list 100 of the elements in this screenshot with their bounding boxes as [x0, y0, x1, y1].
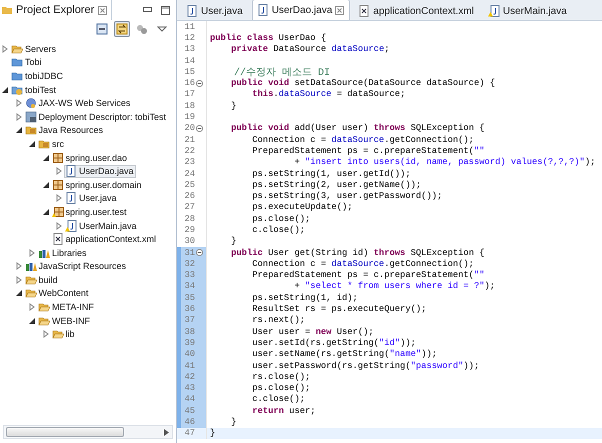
- tree-item[interactable]: lib: [50, 328, 77, 341]
- view-menu-icon: [157, 25, 167, 33]
- toolbar-button[interactable]: [94, 21, 110, 37]
- line-number: 27: [183, 202, 195, 212]
- line-number: 30: [183, 236, 195, 246]
- minimize-icon[interactable]: [143, 7, 152, 13]
- code-line: + "insert into users(id, name, password) values(?,?,?)");: [293, 157, 596, 168]
- java-file-icon: [488, 5, 500, 17]
- tree-item[interactable]: User.java: [64, 192, 119, 205]
- line-number: 37: [183, 315, 195, 326]
- descriptor-icon: [24, 110, 36, 123]
- package-icon: [52, 178, 64, 191]
- editor-tab[interactable]: User.java: [181, 1, 249, 20]
- code-line: user.setId(rs.getString("id"));: [251, 338, 416, 348]
- line-number: 18: [183, 100, 195, 111]
- code-line: public void setDataSource(DataSource dataSource) {: [230, 78, 496, 88]
- expanded-icon[interactable]: [42, 154, 48, 161]
- code-line: user.setPassword(rs.getString("password"));: [251, 360, 480, 371]
- expanded-icon[interactable]: [42, 208, 48, 215]
- line-number: 11: [183, 22, 195, 32]
- line-number: 43: [183, 383, 195, 394]
- project-icon: [11, 84, 23, 96]
- tree-item[interactable]: Tobi: [10, 56, 44, 69]
- maximize-icon[interactable]: [161, 6, 170, 14]
- expand-icon[interactable]: [29, 303, 35, 312]
- tree-item[interactable]: UserDao.java: [64, 164, 136, 178]
- expand-icon[interactable]: [56, 167, 62, 176]
- code-line: ps.setString(1, id);: [251, 292, 358, 303]
- line-number: 40: [183, 349, 195, 360]
- tree-item[interactable]: applicationContext.xml: [50, 232, 158, 246]
- line-number: 13: [183, 44, 195, 54]
- open-folder-icon: [24, 274, 36, 286]
- folder-icon: [2, 5, 12, 15]
- tree-item[interactable]: Java Resources: [24, 124, 106, 137]
- tree-item[interactable]: spring.user.dao: [50, 151, 130, 164]
- tree-item[interactable]: JavaScript Resources: [24, 260, 128, 273]
- code-line: ps.close();: [251, 214, 310, 224]
- expanded-icon[interactable]: [29, 140, 35, 147]
- line-number: 46: [183, 417, 195, 428]
- code-line: Connection c = dataSource.getConnection();: [251, 258, 474, 269]
- xml-file-icon: [52, 233, 64, 246]
- scroll-right-icon[interactable]: [164, 428, 169, 436]
- line-number: 47: [183, 428, 195, 438]
- line-number: 12: [183, 32, 195, 43]
- fold-icon[interactable]: [196, 80, 203, 87]
- code-line: public void add(User user) throws SQLException {: [230, 123, 485, 134]
- expanded-icon[interactable]: [16, 127, 22, 134]
- sync-arrows-icon: [116, 23, 128, 35]
- horizontal-scrollbar[interactable]: [3, 425, 173, 439]
- close-tab-icon[interactable]: [335, 6, 344, 14]
- open-folder-icon: [38, 314, 50, 327]
- fold-icon[interactable]: [196, 124, 203, 132]
- code-line: PreparedStatement ps = c.prepareStatement("": [251, 146, 485, 156]
- line-number: 29: [183, 224, 195, 235]
- code-line: }: [209, 428, 216, 438]
- java-file-icon: [65, 220, 77, 232]
- tree-item[interactable]: tobiJDBC: [10, 69, 66, 82]
- java-file-icon: [65, 192, 77, 204]
- expand-icon[interactable]: [56, 194, 62, 202]
- code-line: }: [230, 100, 236, 111]
- line-number: 22: [183, 146, 195, 156]
- close-icon[interactable]: [98, 6, 108, 14]
- line-number: 42: [183, 372, 195, 382]
- tree-item[interactable]: build: [24, 273, 60, 286]
- tree-item[interactable]: src: [37, 137, 66, 150]
- expand-icon[interactable]: [2, 44, 8, 53]
- tree-item[interactable]: JAX-WS Web Services: [24, 96, 132, 110]
- code-line: //수정자 메소드 DI: [234, 66, 330, 79]
- tree-item[interactable]: WEB-INF: [37, 314, 92, 328]
- tree-item[interactable]: spring.user.test: [50, 205, 129, 218]
- code-line: ResultSet rs = ps.executeQuery();: [251, 304, 426, 314]
- editor-tab[interactable]: applicationContext.xml: [353, 1, 480, 20]
- line-number: 28: [183, 214, 195, 224]
- line-number: 41: [183, 360, 195, 371]
- view-tab[interactable]: Project Explorer: [2, 0, 112, 20]
- tree-item[interactable]: Servers: [10, 42, 58, 56]
- tree-item[interactable]: Deployment Descriptor: tobiTest: [24, 110, 168, 124]
- expanded-icon[interactable]: [29, 318, 35, 324]
- code-line: user.setName(rs.getString("name"));: [251, 349, 438, 360]
- line-number: 35: [183, 292, 195, 303]
- filter-icon: [136, 23, 148, 35]
- tree-item[interactable]: tobiTest: [10, 83, 58, 96]
- code-line: ps.setString(1, user.getId());: [251, 168, 411, 178]
- editor-tab[interactable]: UserMain.java: [482, 1, 573, 20]
- expanded-icon[interactable]: [16, 290, 22, 296]
- tree-item[interactable]: WebContent: [24, 286, 90, 300]
- tree-item[interactable]: spring.user.domain: [50, 178, 144, 192]
- tree-item[interactable]: META-INF: [37, 300, 96, 314]
- editor-tab[interactable]: UserDao.java: [252, 0, 350, 20]
- line-number: 25: [183, 180, 195, 190]
- tree-item[interactable]: Libraries: [37, 246, 89, 260]
- expand-icon[interactable]: [56, 222, 62, 230]
- line-number: 19: [183, 112, 195, 122]
- tree-item[interactable]: UserMain.java: [64, 219, 139, 232]
- fold-icon[interactable]: [196, 249, 203, 256]
- toolbar-button[interactable]: [114, 21, 130, 37]
- expanded-icon[interactable]: [2, 86, 8, 93]
- code-line: PreparedStatement ps = c.prepareStatement("": [251, 270, 485, 280]
- expand-icon[interactable]: [42, 330, 48, 338]
- expanded-icon[interactable]: [42, 182, 48, 188]
